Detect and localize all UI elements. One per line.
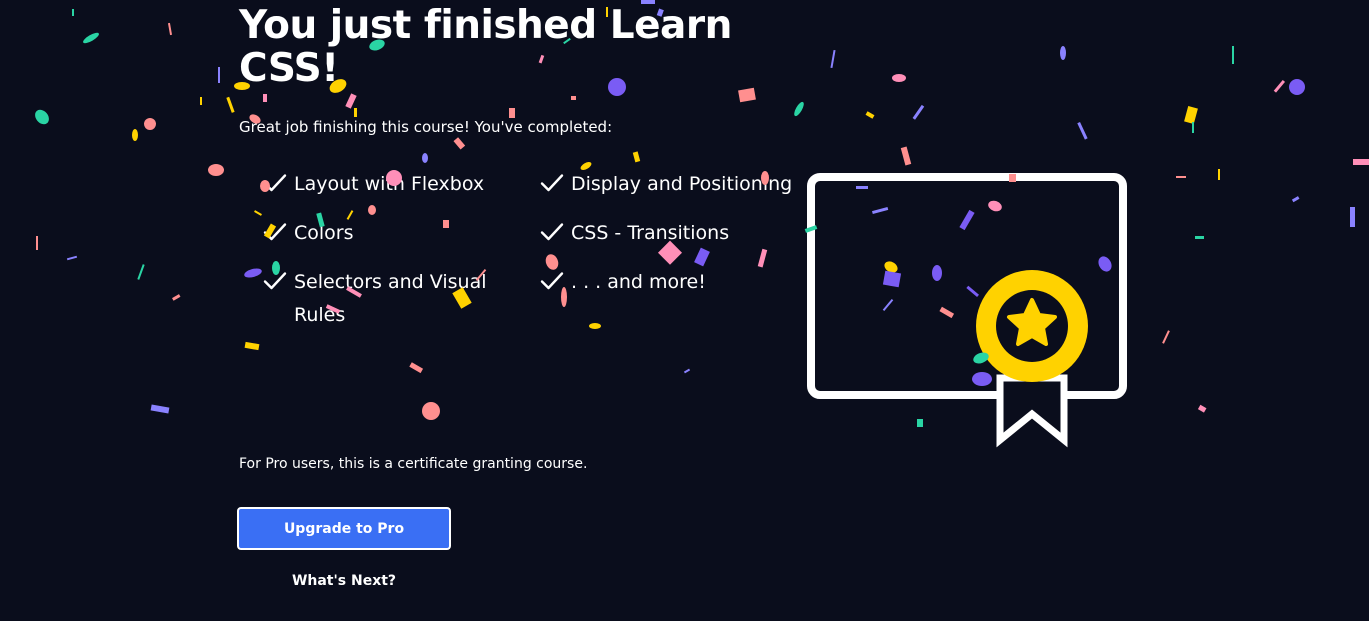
check-icon bbox=[540, 223, 564, 241]
course-complete-page: You just finished Learn CSS! Great job f… bbox=[0, 0, 1369, 621]
check-icon bbox=[263, 272, 287, 290]
completed-topics-list: Layout with Flexbox Display and Position… bbox=[263, 168, 823, 332]
upgrade-to-pro-button[interactable]: Upgrade to Pro bbox=[237, 507, 451, 550]
topic-item-transitions: CSS - Transitions bbox=[540, 217, 820, 252]
page-title: You just finished Learn CSS! bbox=[239, 3, 732, 91]
topic-label: Layout with Flexbox bbox=[294, 173, 485, 195]
check-icon bbox=[263, 174, 287, 192]
topic-label: . . . and more! bbox=[571, 271, 706, 293]
check-icon bbox=[263, 223, 287, 241]
topic-item-display-positioning: Display and Positioning bbox=[540, 168, 820, 203]
pro-certificate-note: For Pro users, this is a certificate gra… bbox=[239, 456, 588, 472]
star-medal-icon bbox=[976, 270, 1088, 382]
completion-subtitle: Great job finishing this course! You've … bbox=[239, 118, 613, 136]
certificate-icon bbox=[807, 173, 1127, 448]
topic-item-colors: Colors bbox=[263, 217, 540, 252]
whats-next-link[interactable]: What's Next? bbox=[237, 573, 451, 589]
topic-item-more: . . . and more! bbox=[540, 266, 820, 332]
check-icon bbox=[540, 272, 564, 290]
topic-item-selectors: Selectors and Visual Rules bbox=[263, 266, 540, 332]
topic-label: CSS - Transitions bbox=[571, 222, 730, 244]
topic-label: Display and Positioning bbox=[571, 173, 793, 195]
topic-label: Colors bbox=[294, 222, 354, 244]
topic-item-flexbox: Layout with Flexbox bbox=[263, 168, 540, 203]
check-icon bbox=[540, 174, 564, 192]
topic-label: Selectors and Visual Rules bbox=[294, 271, 487, 326]
